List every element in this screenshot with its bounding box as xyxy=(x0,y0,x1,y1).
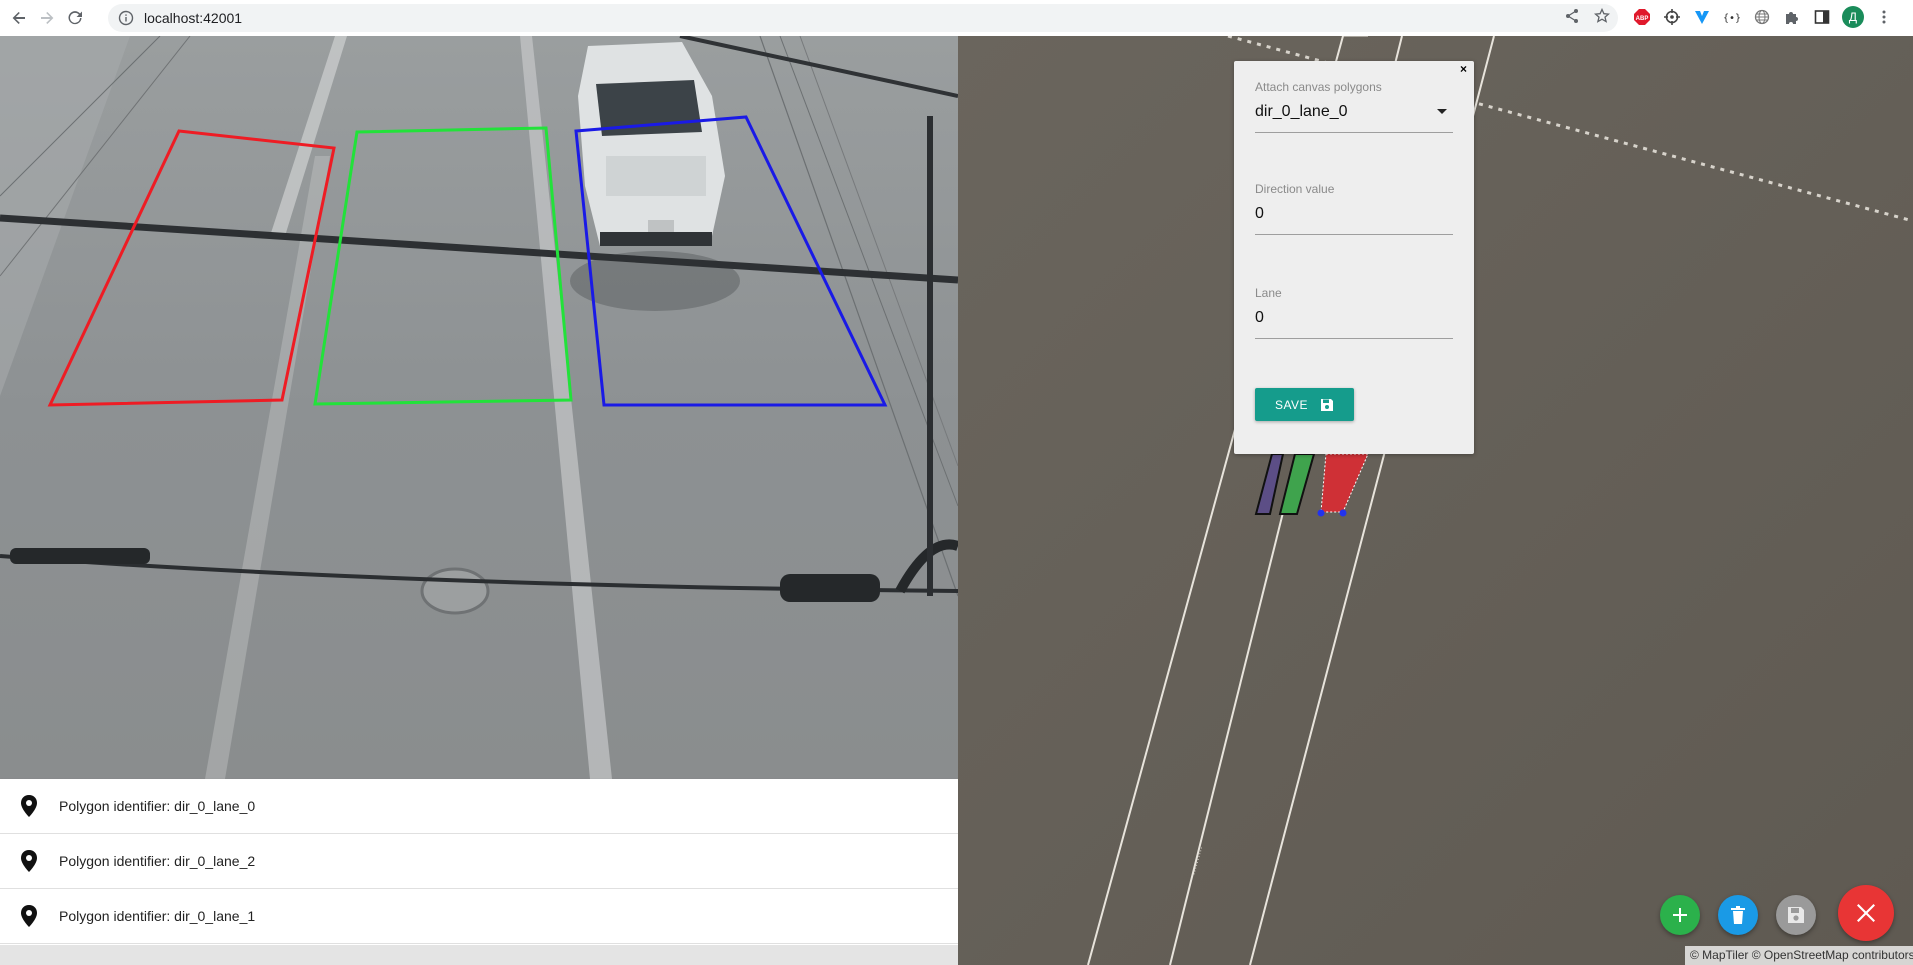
floppy-disk-icon xyxy=(1788,907,1804,923)
plus-icon xyxy=(1673,908,1687,922)
braces-icon[interactable]: {•} xyxy=(1722,7,1742,27)
chevron-down-icon[interactable] xyxy=(1437,109,1447,114)
crosshair-icon[interactable] xyxy=(1662,7,1682,27)
add-button[interactable] xyxy=(1660,895,1700,935)
url-text[interactable]: localhost:42001 xyxy=(144,10,242,26)
page-background xyxy=(0,945,958,965)
svg-text:{•}: {•} xyxy=(1724,13,1740,24)
direction-field[interactable]: Direction value 0 xyxy=(1255,182,1453,235)
vertex-handle[interactable] xyxy=(1317,509,1325,517)
list-item[interactable]: Polygon identifier: dir_0_lane_1 xyxy=(0,889,958,944)
profile-avatar[interactable]: Д xyxy=(1842,6,1864,28)
forward-icon[interactable] xyxy=(34,5,60,31)
polygon-list: Polygon identifier: dir_0_lane_0 Polygon… xyxy=(0,779,958,945)
attach-selected-option: dir_0_lane_0 xyxy=(1255,103,1348,120)
map-attribution[interactable]: © MapTiler © OpenStreetMap contributors xyxy=(1685,946,1913,965)
abp-icon[interactable]: ABP xyxy=(1632,7,1652,27)
direction-input[interactable]: 0 xyxy=(1255,205,1453,235)
globe-icon[interactable] xyxy=(1752,7,1772,27)
attach-polygon-select[interactable]: Attach canvas polygons dir_0_lane_0 xyxy=(1255,80,1453,133)
browser-toolbar: localhost:42001 ABP {•} Д xyxy=(0,0,1913,36)
polygon-identifier-label: Polygon identifier: dir_0_lane_1 xyxy=(59,908,256,924)
polygon-identifier-label: Polygon identifier: dir_0_lane_2 xyxy=(59,853,256,869)
camera-canvas[interactable] xyxy=(0,36,958,779)
map-pin-icon xyxy=(21,795,37,817)
info-icon[interactable] xyxy=(118,10,134,26)
extensions-bar: ABP {•} Д xyxy=(1632,6,1894,28)
list-item[interactable]: Polygon identifier: dir_0_lane_2 xyxy=(0,834,958,889)
floppy-disk-icon xyxy=(1321,398,1334,411)
back-icon[interactable] xyxy=(6,5,32,31)
close-fab-button[interactable] xyxy=(1838,885,1894,941)
share-icon[interactable] xyxy=(1564,8,1580,24)
camera-frame[interactable] xyxy=(0,36,958,779)
attach-polygon-form: × Attach canvas polygons dir_0_lane_0 Di… xyxy=(1234,61,1474,454)
manhole xyxy=(420,567,490,615)
lane-input[interactable]: 0 xyxy=(1255,309,1453,339)
reload-icon[interactable] xyxy=(62,5,88,31)
save-button-label: SAVE xyxy=(1274,397,1309,412)
save-button[interactable]: SAVE xyxy=(1255,388,1354,421)
close-icon xyxy=(1857,904,1875,922)
delete-button[interactable] xyxy=(1718,895,1758,935)
map-pin-icon xyxy=(21,850,37,872)
trash-icon xyxy=(1731,906,1745,924)
bookmark-star-icon[interactable] xyxy=(1594,8,1610,24)
puzzle-icon[interactable] xyxy=(1782,7,1802,27)
attach-select-value[interactable]: dir_0_lane_0 xyxy=(1255,103,1453,133)
map-pin-icon xyxy=(21,905,37,927)
address-bar[interactable]: localhost:42001 xyxy=(108,4,1618,32)
svg-text:ABP: ABP xyxy=(1636,16,1649,22)
direction-label: Direction value xyxy=(1255,182,1335,196)
attach-label: Attach canvas polygons xyxy=(1255,80,1382,94)
save-fab-button[interactable] xyxy=(1776,895,1816,935)
polygon-identifier-label: Polygon identifier: dir_0_lane_0 xyxy=(59,798,256,814)
list-item[interactable]: Polygon identifier: dir_0_lane_0 xyxy=(0,779,958,834)
lane-field[interactable]: Lane 0 xyxy=(1255,286,1453,339)
vertex-handle[interactable] xyxy=(1339,509,1347,517)
sidebar-icon[interactable] xyxy=(1812,7,1832,27)
lane-label: Lane xyxy=(1255,286,1282,300)
close-form-button[interactable]: × xyxy=(1460,62,1467,76)
menu-kebab-icon[interactable] xyxy=(1874,7,1894,27)
vuetify-icon[interactable] xyxy=(1692,7,1712,27)
